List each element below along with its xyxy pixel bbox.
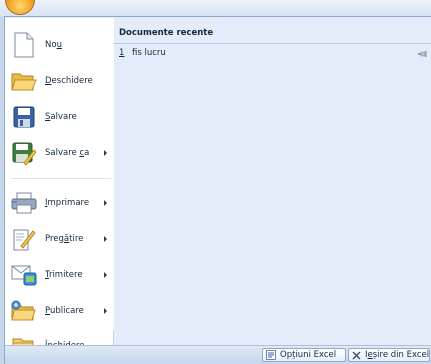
close-icon	[352, 351, 361, 360]
send-mail-icon	[10, 261, 38, 289]
exit-excel-button[interactable]: Ieșire din Excel	[348, 348, 430, 362]
excel-options-label: Opțiuni Excel	[280, 350, 337, 360]
options-icon	[266, 350, 276, 360]
recent-documents-title: Documente recente	[119, 28, 214, 38]
menu-item-salvare-ca[interactable]: Salvare ca	[5, 135, 114, 171]
office-menu-footer: Opțiuni Excel Ieșire din Excel	[5, 345, 431, 364]
submenu-arrow-icon	[104, 308, 107, 314]
menu-item-imprimare[interactable]: Imprimare	[5, 185, 114, 221]
menu-separator	[11, 178, 111, 179]
printer-icon	[10, 189, 38, 217]
menu-item-deschidere[interactable]: Deschidere	[5, 63, 114, 99]
prepare-document-icon	[10, 225, 38, 253]
menu-item-label: Salvare	[45, 112, 77, 122]
menu-item-publicare[interactable]: Publicare	[5, 293, 114, 329]
recent-documents-header: Documente recente	[114, 28, 431, 44]
new-document-icon	[10, 31, 38, 59]
open-folder-icon	[10, 67, 38, 95]
submenu-arrow-icon	[104, 236, 107, 242]
publish-folder-icon	[10, 297, 38, 325]
save-as-icon	[10, 139, 38, 167]
submenu-arrow-icon	[104, 150, 107, 156]
recent-document-number: 1	[119, 48, 125, 58]
menu-item-label: Nou	[45, 40, 62, 50]
recent-documents-pane: Documente recente 1 fis lucru	[114, 18, 431, 345]
office-button[interactable]	[6, 0, 34, 14]
pin-icon[interactable]	[418, 50, 427, 57]
menu-item-pregatire[interactable]: Pregătire	[5, 221, 114, 257]
menu-item-label: Imprimare	[45, 198, 90, 208]
menu-item-label: Pregătire	[45, 234, 84, 244]
menu-item-label: Salvare ca	[45, 148, 90, 158]
excel-options-button[interactable]: Opțiuni Excel	[262, 348, 346, 362]
submenu-arrow-icon	[104, 272, 107, 278]
menu-item-label: Trimitere	[45, 270, 83, 280]
menu-item-salvare[interactable]: Salvare	[5, 99, 114, 135]
menu-item-label: Publicare	[45, 306, 84, 316]
recent-document-name: fis lucru	[132, 48, 166, 58]
menu-item-nou[interactable]: Nou	[5, 27, 114, 63]
menu-item-trimitere[interactable]: Trimitere	[5, 257, 114, 293]
office-menu-commands: Nou Deschidere Salvare Salvare ca Imprim…	[5, 18, 115, 345]
title-strip	[0, 0, 431, 16]
submenu-arrow-icon	[104, 200, 107, 206]
recent-document-item[interactable]: 1 fis lucru	[114, 44, 431, 62]
save-disk-icon	[10, 103, 38, 131]
menu-item-label: Deschidere	[45, 76, 93, 86]
exit-excel-label: Ieșire din Excel	[365, 350, 430, 360]
